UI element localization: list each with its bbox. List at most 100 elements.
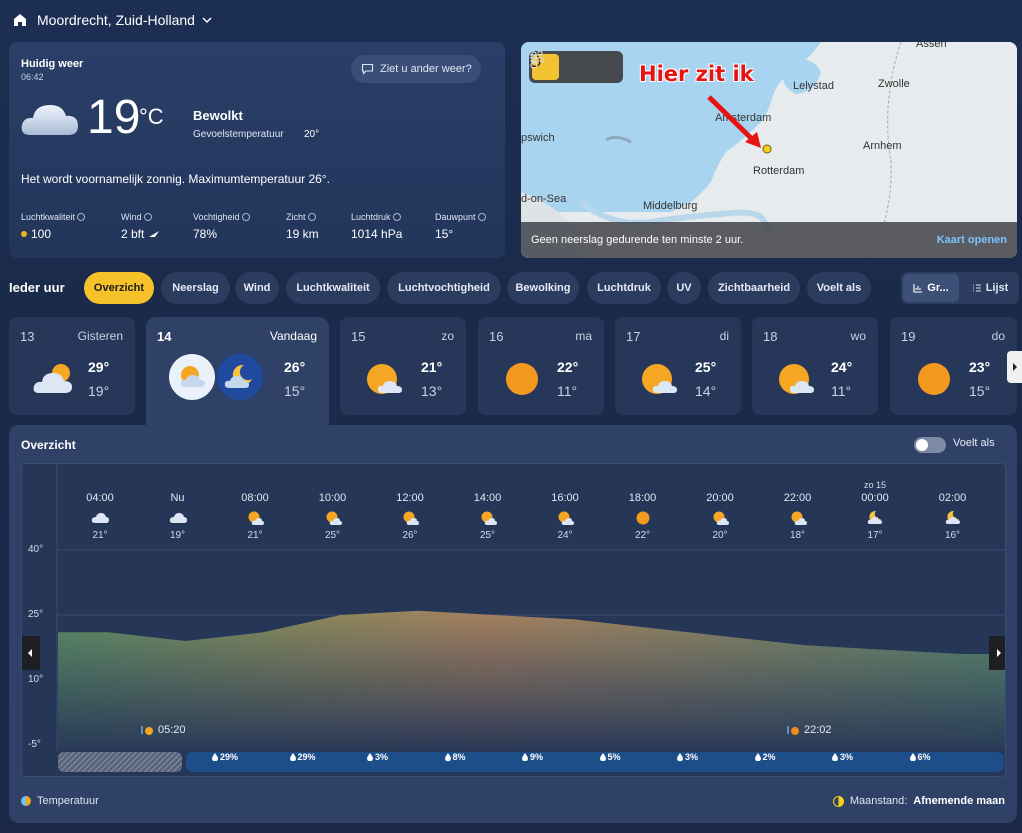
chart-next-button[interactable] [989, 636, 1005, 670]
tab-voelt-als[interactable]: Voelt als [807, 272, 871, 304]
wind-icon [530, 51, 545, 63]
chart-prev-button[interactable] [22, 636, 40, 670]
info-icon[interactable] [477, 213, 486, 221]
hour-column[interactable]: 16:00 24° [535, 492, 595, 541]
day-high: 22° [557, 359, 579, 375]
hour-column[interactable]: Nu 19° [148, 492, 208, 541]
day-name: Gisteren [77, 329, 123, 343]
metric-air-quality[interactable]: Luchtkwaliteit 100 [21, 212, 86, 241]
tab-neerslag[interactable]: Neerslag [161, 272, 230, 304]
overview-title: Overzicht [21, 438, 76, 452]
sun-cloud-icon [556, 510, 574, 526]
droplet-icon [212, 753, 218, 761]
hour-temperature: 26° [402, 530, 418, 541]
tab-luchtdruk[interactable]: Luchtdruk [587, 272, 661, 304]
sunrise-icon [141, 726, 153, 735]
temperature-layer-button[interactable] [530, 51, 590, 80]
location-bar[interactable]: Moordrecht, Zuid-Holland [0, 0, 1022, 40]
feedback-label: Ziet u ander weer? [380, 63, 472, 75]
info-icon[interactable] [392, 213, 401, 221]
svg-text:Arnhem: Arnhem [863, 140, 902, 152]
droplet-icon [832, 753, 838, 761]
day-card[interactable]: 16 ma 22° 11° [478, 317, 604, 415]
wind-layer-button[interactable] [530, 51, 620, 80]
precipitation-value: 6% [917, 752, 931, 762]
home-icon[interactable] [12, 12, 28, 28]
weather-map[interactable]: Assen Lelystad Zwolle Amsterdam Arnhem p… [521, 42, 1017, 258]
day-card-selected[interactable]: 14 Vandaag 26° 15° [146, 317, 329, 427]
cloud-icon [169, 510, 187, 526]
day-high: 24° [831, 359, 853, 375]
open-map-link[interactable]: Kaart openen [937, 234, 1007, 246]
feedback-button[interactable]: Ziet u ander weer? [351, 55, 481, 83]
metric-pressure[interactable]: Luchtdruk 1014 hPa [351, 212, 402, 241]
tab-bewolking[interactable]: Bewolking [507, 272, 579, 304]
tab-overzicht[interactable]: Overzicht [84, 272, 154, 304]
y-tick: 40° [28, 544, 44, 555]
hour-time: 10:00 [318, 492, 347, 504]
hour-temperature: 22° [634, 530, 651, 541]
day-name: zo [441, 329, 454, 343]
tab-luchtvochtigheid[interactable]: Luchtvochtigheid [387, 272, 501, 304]
hour-column[interactable]: 08:00 21° [225, 492, 285, 541]
metric-humidity[interactable]: Vochtigheid 78% [193, 212, 250, 241]
day-card[interactable]: 13 Gisteren 29° 19° [9, 317, 135, 415]
day-high: 25° [695, 359, 717, 375]
metric-visibility[interactable]: Zicht 19 km [286, 212, 319, 241]
tab-wind[interactable]: Wind [235, 272, 279, 304]
feels-like-toggle-label: Voelt als [953, 437, 995, 449]
sunset-icon [787, 726, 799, 735]
moon-phase-label: Maanstand: [849, 795, 908, 807]
day-card[interactable]: 15 zo 21° 13° [340, 317, 466, 415]
hour-column[interactable]: 14:00 25° [458, 492, 518, 541]
current-condition: Bewolkt [193, 108, 243, 123]
hour-column[interactable]: 18:00 22° [613, 492, 673, 541]
moon-phase-icon [832, 795, 844, 807]
info-icon[interactable] [241, 213, 250, 221]
precipitation-past-bar [58, 752, 182, 772]
metric-wind[interactable]: Wind 2 bft [121, 212, 160, 241]
map-status-text: Geen neerslag gedurende ten minste 2 uur… [531, 234, 744, 246]
day-card[interactable]: 19 do 23° 15° [890, 317, 1017, 415]
next-days-button[interactable] [1007, 351, 1022, 383]
day-number: 16 [489, 329, 504, 344]
svg-text:Lelystad: Lelystad [793, 80, 834, 92]
hour-column[interactable]: zo 15 00:00 17° [845, 480, 905, 541]
metric-value: 100 [31, 227, 52, 241]
metric-dew-point[interactable]: Dauwpunt 15° [435, 212, 486, 241]
hour-column[interactable]: 10:00 25° [303, 492, 363, 541]
temperature-area [58, 610, 1005, 750]
sun-cloud-icon [479, 510, 497, 526]
info-icon[interactable] [307, 213, 316, 221]
graph-view-button[interactable]: Gr... [903, 274, 959, 302]
droplet-icon [289, 753, 296, 761]
sun-cloud-icon [789, 510, 807, 526]
list-view-button[interactable]: Lijst [963, 274, 1017, 302]
day-name: Vandaag [269, 329, 317, 343]
feels-like-toggle[interactable] [914, 437, 946, 453]
svg-text:pswich: pswich [521, 132, 555, 144]
cloud-icon [21, 105, 78, 135]
tab-uv[interactable]: UV [667, 272, 701, 304]
sunrise-time: 05:20 [158, 724, 186, 736]
chart-icon [913, 284, 923, 293]
day-low: 11° [557, 383, 578, 399]
tab-zichtbaarheid[interactable]: Zichtbaarheid [708, 272, 800, 304]
day-card[interactable]: 18 wo 24° 11° [752, 317, 878, 415]
day-card[interactable]: 17 di 25° 14° [615, 317, 741, 415]
chevron-down-icon[interactable] [201, 14, 213, 26]
hour-column[interactable]: 20:00 20° [690, 492, 750, 541]
hour-column[interactable]: 04:00 21° [70, 492, 130, 541]
precipitation-chance: 3% [677, 752, 698, 762]
info-icon[interactable] [143, 213, 152, 221]
hour-column[interactable]: 12:00 26° [380, 492, 440, 541]
hour-column[interactable]: 22:00 18° [768, 492, 828, 541]
info-icon[interactable] [77, 213, 86, 221]
location-name[interactable]: Moordrecht, Zuid-Holland [37, 12, 195, 28]
hour-column[interactable]: 02:00 16° [923, 492, 983, 541]
hour-time: 20:00 [706, 492, 734, 504]
temperature-chart[interactable]: 40° 25° 10° -5° 04:00 21° Nu 19° 08:00 21° 10:… [21, 463, 1006, 777]
wind-direction-icon [149, 231, 160, 237]
day-number: 19 [901, 329, 916, 344]
tab-luchtkwaliteit[interactable]: Luchtkwaliteit [286, 272, 380, 304]
